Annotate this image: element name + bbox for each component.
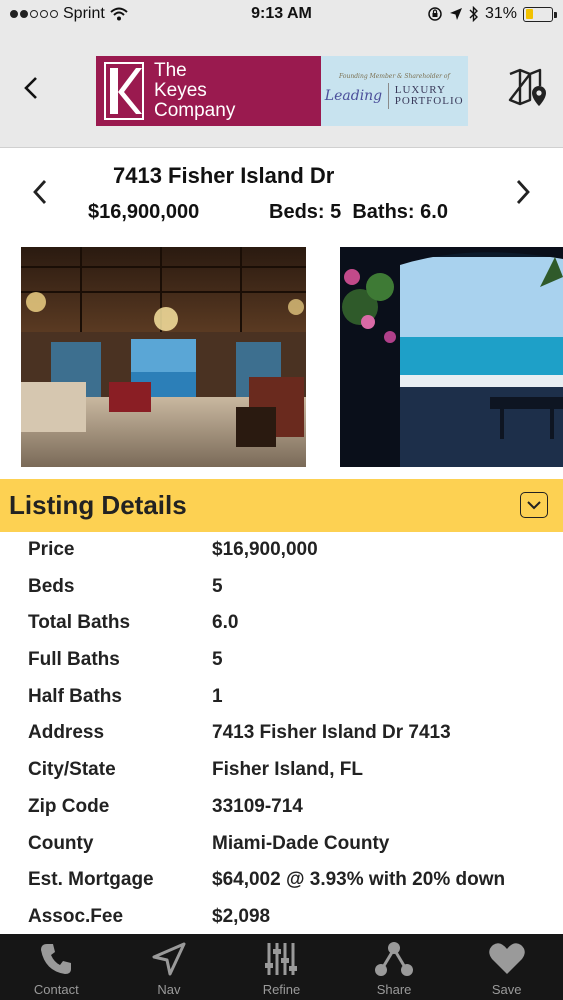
detail-row-full-baths: Full Baths 5 xyxy=(0,643,563,680)
status-bar: Sprint 9:13 AM 31% xyxy=(0,0,563,30)
leading-logo: Leading xyxy=(324,88,383,104)
location-arrow-icon xyxy=(449,8,462,20)
tab-share[interactable]: Share xyxy=(338,934,451,1000)
navigation-arrow-icon xyxy=(149,940,189,978)
tab-label: Nav xyxy=(157,982,181,997)
listing-photo[interactable] xyxy=(340,247,563,467)
chevron-left-icon xyxy=(33,180,47,204)
listing-address: 7413 Fisher Island Dr xyxy=(113,163,335,188)
tab-label: Share xyxy=(376,982,412,997)
detail-label: City/State xyxy=(28,759,116,781)
detail-row-est-mortgage: Est. Mortgage $64,002 @ 3.93% with 20% d… xyxy=(0,863,563,900)
detail-row-total-baths: Total Baths 6.0 xyxy=(0,606,563,643)
partner-logos: Founding Member & Shareholder of Leading… xyxy=(320,56,468,126)
battery-percent: 31% xyxy=(484,5,517,22)
tab-label: Save xyxy=(491,982,522,997)
detail-value: 33109-714 xyxy=(212,795,303,817)
detail-value: 5 xyxy=(212,575,223,597)
detail-value: 6.0 xyxy=(212,612,239,634)
keyes-k-logo-icon xyxy=(104,62,144,120)
battery-icon xyxy=(523,6,557,22)
sliders-icon xyxy=(261,940,301,978)
company-logo: The Keyes Company Founding Member & Shar… xyxy=(96,56,468,126)
previous-listing-button[interactable] xyxy=(28,177,52,207)
detail-label: Assoc.Fee xyxy=(28,905,124,927)
detail-label: Price xyxy=(28,539,75,560)
detail-label: Half Baths xyxy=(28,685,122,707)
tab-label: Contact xyxy=(33,982,79,997)
tab-contact[interactable]: Contact xyxy=(0,934,113,1000)
detail-value: $16,900,000 xyxy=(212,539,318,560)
detail-row-address: Address 7413 Fisher Island Dr 7413 xyxy=(0,716,563,753)
collapse-toggle-button[interactable] xyxy=(520,492,548,518)
share-icon xyxy=(374,940,414,978)
next-listing-button[interactable] xyxy=(511,177,535,207)
bottom-tab-bar: Contact Nav Refine Share Save xyxy=(0,934,563,1000)
listing-summary: 7413 Fisher Island Dr $16,900,000 Beds: … xyxy=(0,149,563,241)
detail-label: Address xyxy=(28,722,105,744)
chevron-right-icon xyxy=(516,180,530,204)
detail-label: Zip Code xyxy=(28,795,110,817)
listing-details-list: Price $16,900,000 Beds 5 Total Baths 6.0… xyxy=(0,533,563,937)
detail-label: Beds xyxy=(28,575,75,597)
detail-row-county: County Miami-Dade County xyxy=(0,827,563,864)
detail-value: Miami-Dade County xyxy=(212,832,390,854)
detail-value: $2,098 xyxy=(212,905,271,927)
status-right: 31% xyxy=(427,5,557,23)
tab-label: Refine xyxy=(262,982,301,997)
battery-fill xyxy=(525,9,534,19)
chevron-left-icon xyxy=(24,77,37,99)
detail-value: 5 xyxy=(212,649,223,671)
detail-value: 1 xyxy=(212,685,223,707)
tab-save[interactable]: Save xyxy=(450,934,563,1000)
listing-details-header[interactable]: Listing Details xyxy=(0,479,563,532)
detail-row-price: Price $16,900,000 xyxy=(0,533,563,570)
detail-row-zip-code: Zip Code 33109-714 xyxy=(0,790,563,827)
detail-value: 7413 Fisher Island Dr 7413 xyxy=(212,722,451,744)
rotation-lock-icon xyxy=(428,7,442,21)
luxury-portfolio-logo: LUXURY PORTFOLIO xyxy=(394,84,464,107)
detail-row-city-state: City/State Fisher Island, FL xyxy=(0,753,563,790)
keyes-logo: The Keyes Company xyxy=(96,56,321,126)
bluetooth-icon xyxy=(469,6,478,22)
detail-value: $64,002 @ 3.93% with 20% down xyxy=(212,869,506,891)
listing-beds-baths: Beds: 5 Baths: 6.0 xyxy=(269,201,448,223)
map-button[interactable] xyxy=(507,66,551,110)
back-button[interactable] xyxy=(18,72,44,104)
tab-nav[interactable]: Nav xyxy=(113,934,226,1000)
heart-icon xyxy=(487,940,527,978)
detail-row-half-baths: Half Baths 1 xyxy=(0,680,563,717)
keyes-wordmark: The Keyes Company xyxy=(154,60,236,121)
detail-row-beds: Beds 5 xyxy=(0,570,563,607)
detail-label: Total Baths xyxy=(28,612,131,634)
detail-label: Est. Mortgage xyxy=(28,869,154,891)
listing-price: $16,900,000 xyxy=(88,201,200,223)
detail-label: Full Baths xyxy=(28,649,120,671)
chevron-down-icon xyxy=(527,501,541,510)
detail-label: County xyxy=(28,832,94,854)
listing-photo[interactable] xyxy=(21,247,306,467)
detail-row-assoc-fee: Assoc.Fee $2,098 xyxy=(0,900,563,937)
app-header: The Keyes Company Founding Member & Shar… xyxy=(0,30,563,148)
map-pin-icon xyxy=(508,68,546,106)
tab-refine[interactable]: Refine xyxy=(225,934,338,1000)
phone-icon xyxy=(36,940,76,978)
section-title: Listing Details xyxy=(9,490,187,520)
partner-tagline: Founding Member & Shareholder of xyxy=(339,73,450,80)
detail-value: Fisher Island, FL xyxy=(212,759,363,781)
